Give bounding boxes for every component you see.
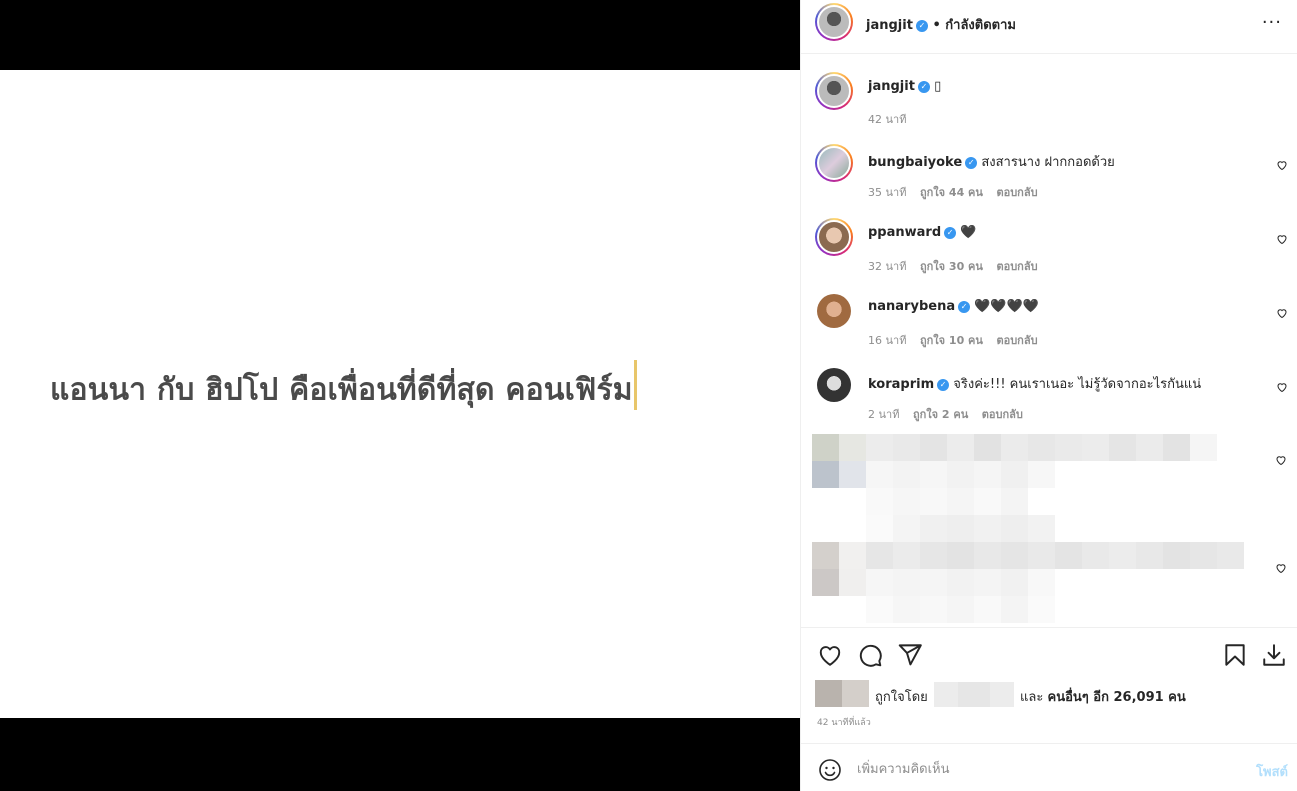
likes-others[interactable]: คนอื่นๆ อีก 26,091 คน: [1048, 690, 1186, 705]
post-header: jangjit ✓ • กำลังติดตาม ···: [801, 0, 1297, 54]
commenter-avatar[interactable]: [815, 218, 853, 256]
post-media: แอนนา กับ ฮิปโป คือเพื่อนที่ดีที่สุด คอน…: [0, 0, 800, 791]
likes-and: และ: [1020, 690, 1044, 705]
verified-icon: ✓: [944, 226, 957, 239]
reply-button[interactable]: ตอบกลับ: [996, 186, 1037, 199]
liker-avatar[interactable]: [842, 680, 869, 707]
author-username-row: jangjit ✓ • กำลังติดตาม: [866, 14, 1016, 35]
comment-time[interactable]: 32 นาที: [868, 260, 906, 273]
heart-icon[interactable]: [1275, 562, 1287, 574]
verified-icon: ✓: [965, 156, 978, 169]
comment-input[interactable]: [857, 756, 1217, 782]
verified-icon: ✓: [937, 378, 950, 391]
comment-text: สงสารนาง ฝากกอดด้วย: [981, 155, 1115, 170]
download-icon[interactable]: [1261, 642, 1287, 668]
commenter-avatar[interactable]: [817, 294, 851, 328]
likes-row: ถูกใจโดย และ คนอื่นๆ อีก 26,091 คน: [815, 680, 1285, 708]
comment-likes[interactable]: ถูกใจ 30 คน: [920, 260, 983, 273]
liked-by-label: ถูกใจโดย: [875, 690, 928, 705]
comment-meta: 16 นาที ถูกใจ 10 คน ตอบกลับ: [868, 331, 1048, 349]
commenter-avatar[interactable]: [815, 144, 853, 182]
heart-icon[interactable]: [1276, 159, 1288, 171]
likes-text: ถูกใจโดย และ คนอื่นๆ อีก 26,091 คน: [875, 682, 1186, 707]
post-actions: ถูกใจโดย และ คนอื่นๆ อีก 26,091 คน 42 นา…: [801, 627, 1297, 743]
caption-text-row: jangjit ✓ ▯: [868, 79, 941, 94]
author-avatar[interactable]: [815, 3, 853, 41]
comment-text: 🖤: [960, 225, 977, 240]
verified-icon: ✓: [915, 19, 928, 32]
caption-meta: 42 นาที: [868, 110, 916, 128]
reply-button[interactable]: ตอบกลับ: [996, 260, 1037, 273]
comment-icon[interactable]: [857, 642, 883, 668]
comment-meta: 35 นาที ถูกใจ 44 คน ตอบกลับ: [868, 183, 1048, 201]
comment-likes[interactable]: ถูกใจ 2 คน: [913, 408, 968, 421]
share-icon[interactable]: [897, 642, 923, 668]
media-image: แอนนา กับ ฮิปโป คือเพื่อนที่ดีที่สุด คอน…: [0, 70, 800, 718]
comment-time[interactable]: 35 นาที: [868, 186, 906, 199]
caption-text: ▯: [934, 79, 942, 94]
verified-icon: ✓: [917, 80, 930, 93]
reply-button[interactable]: ตอบกลับ: [996, 334, 1037, 347]
heart-icon[interactable]: [1276, 233, 1288, 245]
comment-meta: 2 นาที ถูกใจ 2 คน ตอบกลับ: [868, 405, 1033, 423]
comment-likes[interactable]: ถูกใจ 10 คน: [920, 334, 983, 347]
comment-text-row: koraprim ✓ จริงค่ะ!!! คนเราเนอะ ไม่รู้วัด…: [868, 373, 1201, 394]
caption-time[interactable]: 42 นาที: [868, 113, 906, 126]
caption-username[interactable]: jangjit: [868, 79, 915, 94]
redacted-liker-name[interactable]: [933, 682, 1014, 707]
comment-text: 🖤🖤🖤🖤: [974, 299, 1039, 314]
comment-meta: 32 นาที ถูกใจ 30 คน ตอบกลับ: [868, 257, 1048, 275]
comment-text-row: nanarybena ✓ 🖤🖤🖤🖤: [868, 299, 1039, 314]
comment-text-row: ppanward ✓ 🖤: [868, 225, 976, 240]
post-time[interactable]: 42 นาทีที่แล้ว: [817, 715, 871, 729]
heart-icon[interactable]: [1275, 454, 1287, 466]
commenter-avatar[interactable]: [817, 368, 851, 402]
redacted-comment: [812, 542, 1244, 623]
comment-time[interactable]: 16 นาที: [868, 334, 906, 347]
add-comment-bar: โพสต์: [801, 743, 1297, 791]
comment-username[interactable]: nanarybena: [868, 299, 955, 314]
author-username[interactable]: jangjit: [866, 18, 913, 33]
more-icon[interactable]: ···: [1262, 12, 1282, 33]
caption-avatar[interactable]: [815, 72, 853, 110]
comment-username[interactable]: ppanward: [868, 225, 941, 240]
media-caption-text: แอนนา กับ ฮิปโป คือเพื่อนที่ดีที่สุด คอน…: [50, 360, 637, 416]
reply-button[interactable]: ตอบกลับ: [982, 408, 1023, 421]
comment-text: จริงค่ะ!!! คนเราเนอะ ไม่รู้วัดจากอะไรกัน…: [953, 377, 1202, 392]
follow-status[interactable]: กำลังติดตาม: [945, 18, 1016, 33]
bookmark-icon[interactable]: [1222, 642, 1248, 668]
redacted-comment: [812, 434, 1244, 542]
comment-text-row: bungbaiyoke ✓ สงสารนาง ฝากกอดด้วย: [868, 151, 1115, 172]
separator-dot: •: [932, 18, 941, 33]
comment-username[interactable]: koraprim: [868, 377, 934, 392]
comment-likes[interactable]: ถูกใจ 44 คน: [920, 186, 983, 199]
comment-time[interactable]: 2 นาที: [868, 408, 899, 421]
liker-avatar[interactable]: [815, 680, 842, 707]
verified-icon: ✓: [958, 300, 971, 313]
post-button[interactable]: โพสต์: [1256, 761, 1288, 782]
heart-icon[interactable]: [1276, 381, 1288, 393]
emoji-icon[interactable]: [818, 758, 842, 782]
heart-icon[interactable]: [1276, 307, 1288, 319]
text-cursor: [633, 360, 637, 410]
heart-icon[interactable]: [817, 642, 843, 668]
comment-username[interactable]: bungbaiyoke: [868, 155, 962, 170]
post-side-panel: jangjit ✓ • กำลังติดตาม ··· jangjit ✓ ▯ 42…: [800, 0, 1297, 791]
media-caption: แอนนา กับ ฮิปโป คือเพื่อนที่ดีที่สุด คอน…: [50, 372, 633, 408]
